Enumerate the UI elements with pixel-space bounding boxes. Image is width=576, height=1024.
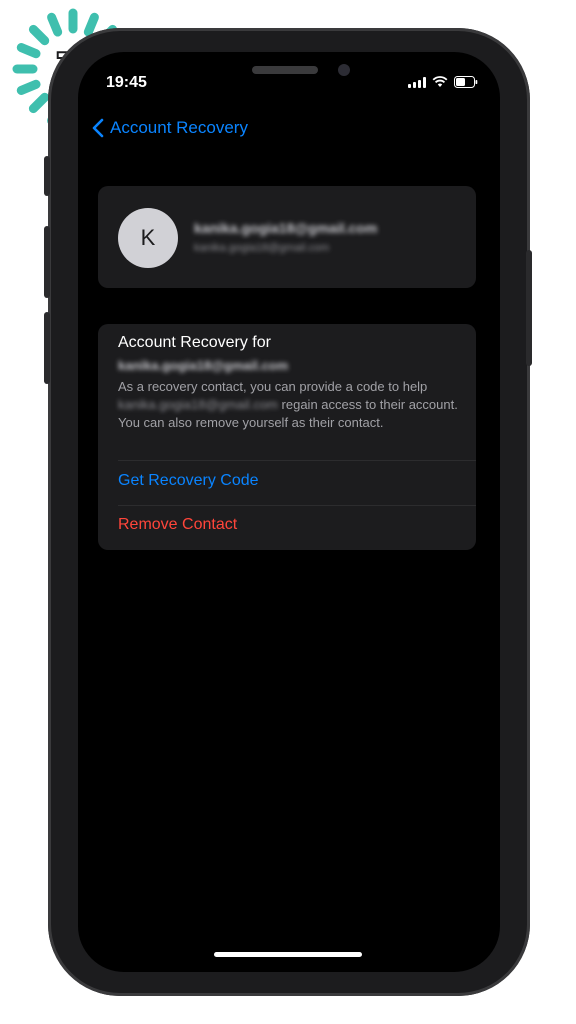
power-button xyxy=(526,250,532,366)
avatar-letter: K xyxy=(140,225,156,250)
recovery-description-email: kanika.gogia18@gmail.com xyxy=(118,397,278,412)
logo-tick xyxy=(28,92,50,114)
logo-tick xyxy=(83,12,99,37)
logo-tick xyxy=(47,12,63,37)
divider xyxy=(118,505,476,506)
wifi-icon xyxy=(432,76,448,87)
account-recovery-card: Account Recovery for kanika.gogia18@gmai… xyxy=(98,324,476,550)
logo-tick xyxy=(16,79,41,95)
contact-sub-email: kanika.gogia18@gmail.com xyxy=(194,242,330,254)
home-indicator[interactable] xyxy=(214,952,362,957)
front-camera xyxy=(338,64,350,76)
volume-up-button xyxy=(44,226,50,298)
status-time: 19:45 xyxy=(106,74,147,91)
divider xyxy=(118,460,476,461)
speaker xyxy=(252,66,318,74)
mute-switch xyxy=(44,156,50,196)
recovery-title: Account Recovery for xyxy=(118,334,271,351)
avatar: K xyxy=(118,208,178,268)
recovery-description: As a recovery contact, you can provide a… xyxy=(118,378,458,432)
chevron-left-icon xyxy=(92,118,104,138)
back-button-label: Account Recovery xyxy=(110,118,248,137)
contact-profile-card: K kanika.gogia18@gmail.com kanika.gogia1… xyxy=(98,186,476,288)
get-recovery-code-button[interactable]: Get Recovery Code xyxy=(118,472,259,490)
logo-tick xyxy=(28,24,50,46)
status-icons xyxy=(408,76,478,88)
recovery-email: kanika.gogia18@gmail.com xyxy=(118,358,289,373)
remove-contact-button[interactable]: Remove Contact xyxy=(118,516,237,534)
recovery-description-text-1: As a recovery contact, you can provide a… xyxy=(118,379,428,394)
back-button[interactable]: Account Recovery xyxy=(92,118,248,138)
contact-email: kanika.gogia18@gmail.com xyxy=(194,220,378,236)
cellular-signal-icon xyxy=(408,76,426,88)
logo-tick xyxy=(16,43,41,59)
volume-down-button xyxy=(44,312,50,384)
battery-icon xyxy=(454,76,478,88)
